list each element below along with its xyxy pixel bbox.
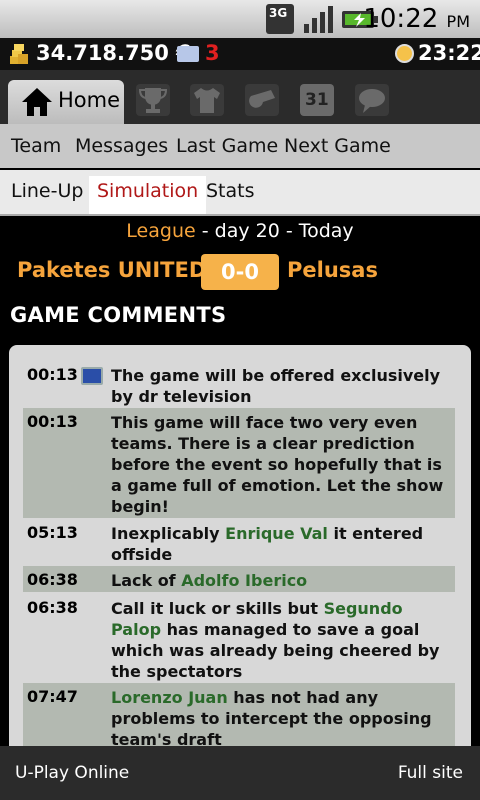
player-name[interactable]: Adolfo Iberico bbox=[181, 571, 307, 590]
away-team[interactable]: Pelusas bbox=[287, 258, 378, 282]
whistle-icon[interactable] bbox=[245, 84, 279, 116]
subnav-team[interactable]: Team bbox=[11, 135, 61, 157]
comment-row: 05:13 Inexplicably Enrique Val it entere… bbox=[23, 519, 455, 565]
subnav-last-game[interactable]: Last Game bbox=[176, 135, 278, 157]
match-day: - day 20 - Today bbox=[201, 220, 354, 242]
clock-icon bbox=[395, 44, 414, 63]
comment-time: 05:13 bbox=[27, 523, 78, 542]
league-link[interactable]: League bbox=[126, 220, 195, 242]
shirt-icon[interactable] bbox=[190, 84, 224, 116]
comment-text: The game will be offered exclusively by … bbox=[111, 366, 441, 406]
comment-text: Lack of Adolfo Iberico bbox=[111, 570, 451, 591]
comment-row: 06:38 Lack of Adolfo Iberico bbox=[23, 566, 455, 592]
tab-stats[interactable]: Stats bbox=[206, 180, 255, 202]
comment-text: This game will face two very even teams.… bbox=[111, 413, 444, 516]
house-icon bbox=[22, 88, 52, 116]
footer-bar: U-Play Online Full site bbox=[0, 746, 480, 800]
tab-simulation[interactable]: Simulation bbox=[89, 176, 207, 214]
league-info: League - day 20 - Today bbox=[0, 220, 480, 242]
comment-time: 00:13 bbox=[27, 412, 78, 431]
tv-icon bbox=[81, 367, 103, 385]
envelope-icon[interactable] bbox=[177, 46, 199, 62]
calendar-icon[interactable]: 31 bbox=[300, 84, 334, 116]
comment-pre: Call it luck or skills but bbox=[111, 599, 324, 618]
comment-text: Lorenzo Juan has not had any problems to… bbox=[111, 687, 451, 750]
signal-icon bbox=[304, 6, 333, 33]
network-type: 3G bbox=[269, 6, 288, 20]
comment-text: Call it luck or skills but Segundo Palop… bbox=[111, 598, 451, 682]
home-team[interactable]: Paketes UNITED bbox=[17, 258, 206, 282]
chat-icon[interactable] bbox=[355, 84, 389, 116]
comment-post: has managed to save a goal which was alr… bbox=[111, 620, 440, 681]
comment-pre: Lack of bbox=[111, 571, 182, 590]
comments-panel[interactable]: 00:13 The game will be offered exclusive… bbox=[9, 345, 471, 765]
game-tabs: Line-Up Simulation Stats bbox=[0, 170, 480, 216]
comment-text: Inexplicably Enrique Val it entered offs… bbox=[111, 523, 451, 565]
comment-time: 06:38 bbox=[27, 598, 78, 617]
info-bar: 34.718.750 € 3 23:22 bbox=[0, 38, 480, 70]
status-bar: 3G 10:22 PM bbox=[0, 0, 480, 38]
game-comments-title: GAME COMMENTS bbox=[10, 303, 227, 327]
comment-time: 00:13 bbox=[27, 365, 78, 384]
messages-count[interactable]: 3 bbox=[205, 41, 220, 65]
network-3g-icon: 3G bbox=[266, 4, 294, 34]
comment-time: 07:47 bbox=[27, 687, 78, 706]
money-balance: 34.718.750 € bbox=[36, 41, 191, 65]
coins-icon bbox=[10, 44, 28, 64]
status-ampm: PM bbox=[446, 12, 470, 31]
status-time: 10:22 PM bbox=[363, 4, 470, 34]
tab-home[interactable]: Home bbox=[8, 80, 124, 124]
subnav-next-game[interactable]: Next Game bbox=[284, 135, 391, 157]
comment-row: 00:13 This game will face two very even … bbox=[23, 408, 455, 518]
comment-row: 06:38 Call it luck or skills but Segundo… bbox=[23, 594, 455, 682]
sub-nav: Team Messages Last Game Next Game bbox=[0, 124, 480, 168]
comment-time: 06:38 bbox=[27, 570, 78, 589]
calendar-day: 31 bbox=[305, 90, 329, 110]
tab-lineup[interactable]: Line-Up bbox=[11, 180, 83, 202]
trophy-icon[interactable] bbox=[136, 84, 170, 116]
scoreboard: Paketes UNITED 0-0 Pelusas bbox=[0, 254, 480, 290]
footer-brand[interactable]: U-Play Online bbox=[15, 763, 129, 783]
player-name[interactable]: Enrique Val bbox=[225, 524, 328, 543]
main-nav: Home 31 bbox=[0, 70, 480, 124]
comment-row: 00:13 The game will be offered exclusive… bbox=[23, 361, 455, 407]
comment-pre: Inexplicably bbox=[111, 524, 226, 543]
game-clock: 23:22 bbox=[418, 41, 480, 65]
player-name[interactable]: Lorenzo Juan bbox=[111, 688, 228, 707]
score-badge: 0-0 bbox=[201, 254, 279, 290]
subnav-messages[interactable]: Messages bbox=[75, 135, 168, 157]
full-site-link[interactable]: Full site bbox=[398, 763, 463, 783]
status-clock: 10:22 bbox=[363, 4, 439, 34]
home-label: Home bbox=[58, 88, 121, 112]
